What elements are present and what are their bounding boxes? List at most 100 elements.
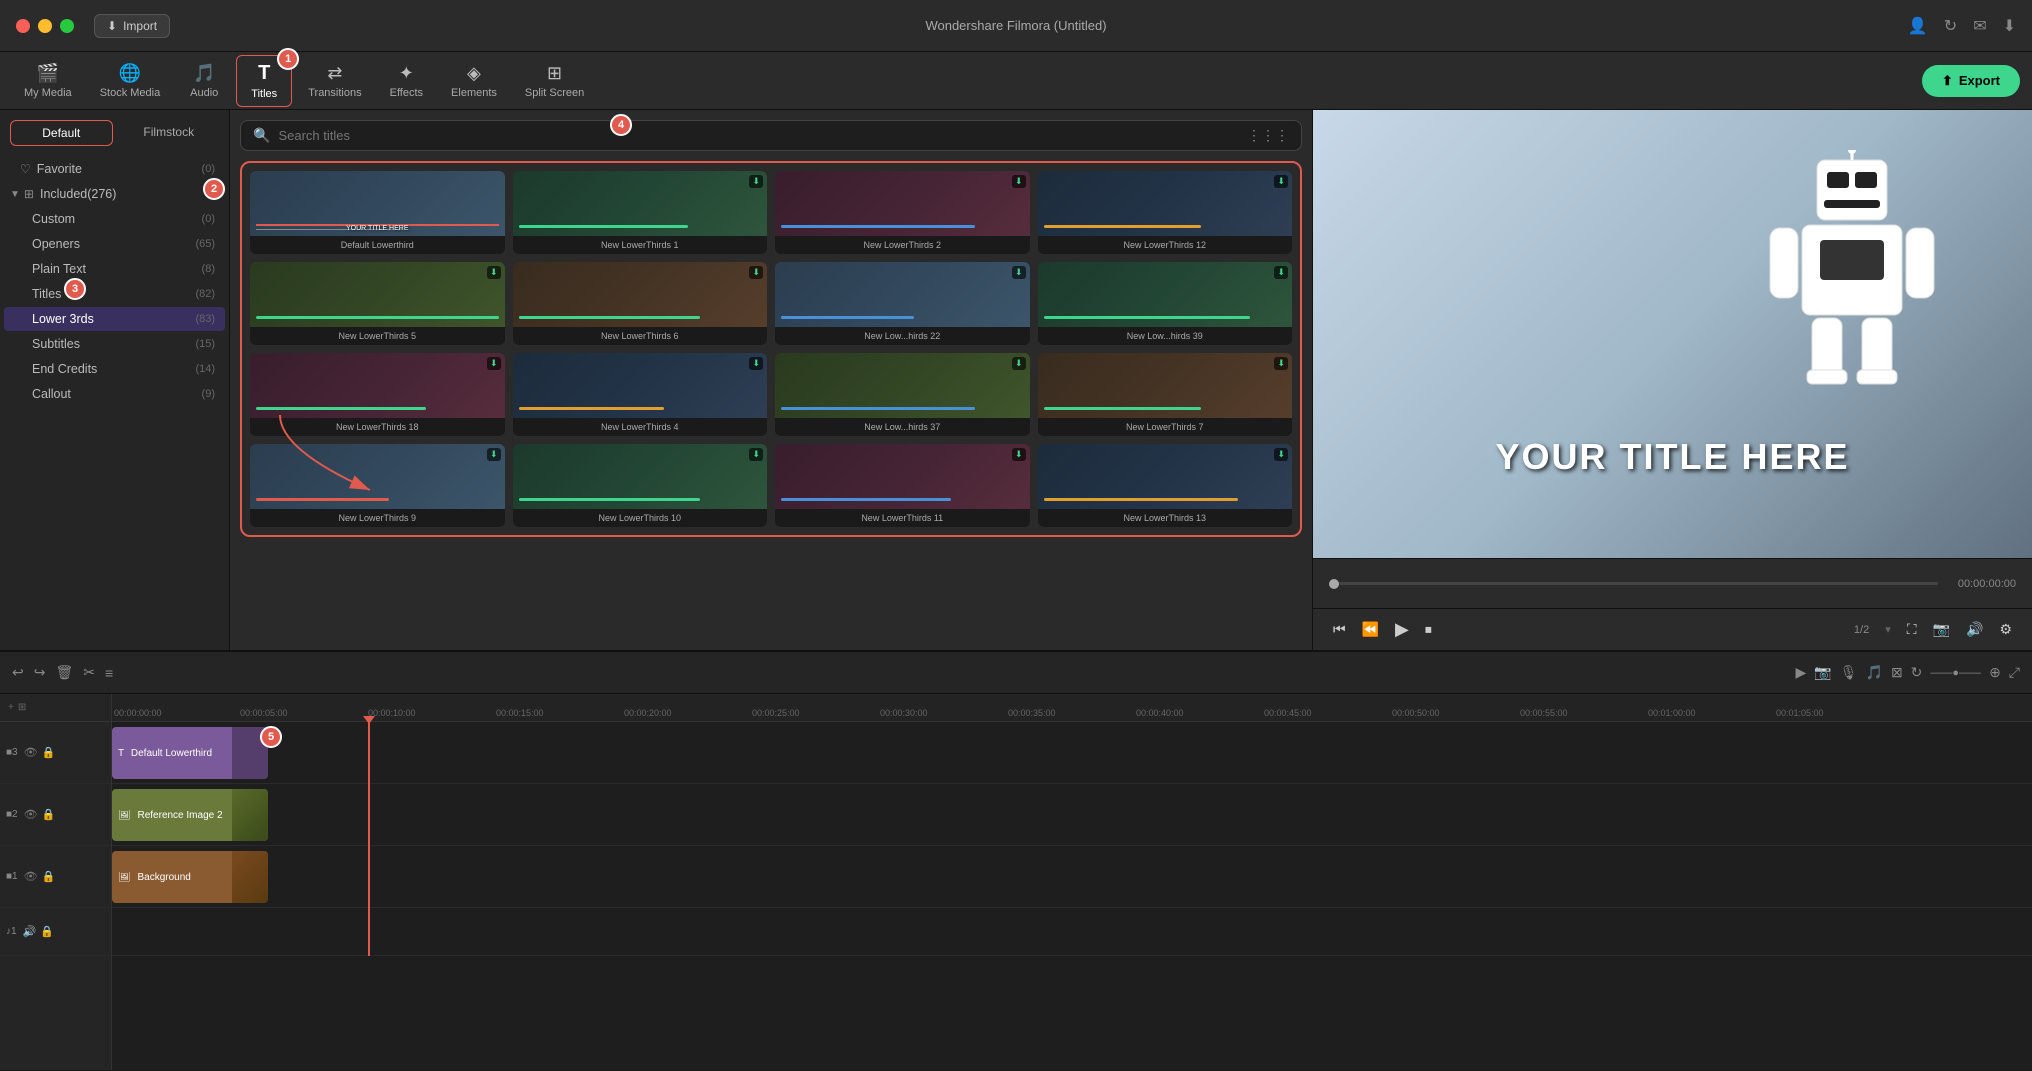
skip-back-button[interactable]: ⏮ <box>1333 621 1346 638</box>
title-label-7: New LowerThirds 7 <box>1038 418 1293 436</box>
track1-eye-icon[interactable]: 👁 <box>24 870 38 883</box>
clip-default-lowerthird[interactable]: T Default Lowerthird <box>112 727 268 779</box>
title-card-7[interactable]: ⬇ New LowerThirds 7 <box>1038 353 1293 436</box>
toolbar-split-screen[interactable]: ⊞ Split Screen <box>513 57 596 105</box>
track1-lock-icon[interactable]: 🔒 <box>42 870 56 883</box>
track3-lock-icon[interactable]: 🔒 <box>42 746 56 759</box>
title-card-6[interactable]: ⬇ New LowerThirds 6 <box>513 262 768 345</box>
sidebar-item-included[interactable]: ▼ ⊞ Included (276) 2 <box>0 182 229 206</box>
loop-icon[interactable]: ↻ <box>1911 664 1923 681</box>
title-card-4[interactable]: ⬇ New LowerThirds 4 <box>513 353 768 436</box>
sidebar-item-end-credits[interactable]: End Credits (14) <box>4 357 225 381</box>
tick-15: 00:00:15:00 <box>496 708 544 718</box>
download-icon[interactable]: ⬇ <box>2003 16 2016 36</box>
title-card-1[interactable]: ⬇ New LowerThirds 1 <box>513 171 768 254</box>
sidebar-item-custom[interactable]: Custom (0) <box>4 207 225 231</box>
speed-dropdown[interactable]: ▾ <box>1885 623 1891 636</box>
download-icon-5: ⬇ <box>749 266 763 279</box>
sidebar-item-favorite[interactable]: ♡ Favorite (0) <box>4 157 225 181</box>
title-card-11[interactable]: ⬇ New LowerThirds 11 <box>775 444 1030 527</box>
play-timeline-icon[interactable]: ▶ <box>1796 664 1807 681</box>
title-card-5[interactable]: ⬇ New LowerThirds 5 <box>250 262 505 345</box>
volume-icon[interactable]: 🔊 <box>1966 621 1983 638</box>
export-icon: ⬆ <box>1942 73 1953 89</box>
play-button[interactable]: ▶ <box>1395 619 1409 640</box>
audio-volume-icon[interactable]: 🔊 <box>23 925 37 938</box>
minimize-button[interactable] <box>38 19 52 33</box>
mail-icon[interactable]: ✉ <box>1973 16 1986 36</box>
titles-label: Titles <box>251 88 277 100</box>
tab-default[interactable]: Default <box>10 120 113 146</box>
title-card-12[interactable]: ⬇ New LowerThirds 12 <box>1038 171 1293 254</box>
toolbar-stock-media[interactable]: 🌐 Stock Media <box>88 57 173 105</box>
fullscreen-icon[interactable]: ⛶ <box>1907 621 1917 638</box>
refresh-icon[interactable]: ↻ <box>1944 16 1957 36</box>
tick-5: 00:00:05:00 <box>240 708 288 718</box>
settings-icon[interactable]: ⚙ <box>1999 621 2012 638</box>
title-clip-icon: T <box>118 748 124 759</box>
toolbar-my-media[interactable]: 🎬 My Media <box>12 57 84 105</box>
delete-icon[interactable]: 🗑 <box>55 664 73 681</box>
close-button[interactable] <box>16 19 30 33</box>
title-card-37[interactable]: ⬇ New Low...hirds 37 <box>775 353 1030 436</box>
title-card-default-lowerthird[interactable]: YOUR TITLE HERE Default Lowerthird <box>250 171 505 254</box>
sidebar-item-openers[interactable]: Openers (65) <box>4 232 225 256</box>
toolbar-transitions[interactable]: ⇄ Transitions <box>296 57 373 105</box>
tab-filmstock[interactable]: Filmstock <box>119 120 220 146</box>
sidebar-item-subtitles[interactable]: Subtitles (15) <box>4 332 225 356</box>
camera-icon[interactable]: 📷 <box>1814 664 1831 681</box>
toolbar-effects[interactable]: ✦ Effects <box>378 57 435 105</box>
title-card-13[interactable]: ⬇ New LowerThirds 13 <box>1038 444 1293 527</box>
title-card-18[interactable]: ⬇ New LowerThirds 18 <box>250 353 505 436</box>
title-card-9[interactable]: ⬇ New LowerThirds 9 <box>250 444 505 527</box>
track2-controls: 👁 🔒 <box>24 808 56 821</box>
title-card-39[interactable]: ⬇ New Low...hirds 39 <box>1038 262 1293 345</box>
title-card-22[interactable]: ⬇ New Low...hirds 22 <box>775 262 1030 345</box>
audio-lock-icon[interactable]: 🔒 <box>40 925 54 938</box>
track3-eye-icon[interactable]: 👁 <box>24 746 38 759</box>
track3-controls: 👁 🔒 <box>24 746 56 759</box>
clip-reference-image-2[interactable]: 🖼 Reference Image 2 <box>112 789 268 841</box>
title-card-2[interactable]: ⬇ New LowerThirds 2 <box>775 171 1030 254</box>
track2-lock-icon[interactable]: 🔒 <box>42 808 56 821</box>
music-icon[interactable]: 🎵 <box>1866 664 1883 681</box>
track-settings-icon[interactable]: ⊞ <box>18 702 26 713</box>
export-button[interactable]: ⬆ Export <box>1922 65 2020 97</box>
step-back-button[interactable]: ⏪ <box>1362 621 1379 638</box>
list-icon[interactable]: ≡ <box>105 665 113 681</box>
sidebar-item-plain-text[interactable]: Plain Text (8) <box>4 257 225 281</box>
toolbar-audio[interactable]: 🎵 Audio <box>176 57 232 105</box>
stop-button[interactable]: ⏹ <box>1425 621 1432 638</box>
clip-background[interactable]: 🖼 Background <box>112 851 268 903</box>
my-media-icon: 🎬 <box>37 63 59 84</box>
grid-view-icon[interactable]: ⋮⋮⋮ <box>1247 127 1289 144</box>
add-track-icon[interactable]: + <box>8 702 14 713</box>
time-current: 00:00:00:00 <box>1958 578 2016 590</box>
search-input[interactable] <box>278 128 1239 143</box>
maximize-button[interactable] <box>60 19 74 33</box>
snapshot-icon[interactable]: 📷 <box>1933 621 1950 638</box>
playback-speed: 1/2 <box>1854 624 1869 636</box>
track2-eye-icon[interactable]: 👁 <box>24 808 38 821</box>
custom-count: (0) <box>202 213 215 225</box>
redo-icon[interactable]: ↪ <box>34 664 46 681</box>
sidebar-item-callout[interactable]: Callout (9) <box>4 382 225 406</box>
included-label: Included <box>40 187 87 201</box>
title-card-10[interactable]: ⬇ New LowerThirds 10 <box>513 444 768 527</box>
download-icon-13: ⬇ <box>749 448 763 461</box>
mic-icon[interactable]: 🎙 <box>1840 664 1858 681</box>
toolbar-elements[interactable]: ◈ Elements <box>439 57 509 105</box>
account-icon[interactable]: 👤 <box>1908 16 1928 36</box>
pip-icon[interactable]: ⊠ <box>1891 664 1903 681</box>
sidebar-item-titles[interactable]: Titles (82) 3 <box>4 282 225 306</box>
sidebar-item-lower-3rds[interactable]: Lower 3rds (83) <box>4 307 225 331</box>
zoom-slider[interactable]: ——●—— <box>1930 667 1981 679</box>
undo-icon[interactable]: ↩ <box>12 664 24 681</box>
title-label-4: New LowerThirds 4 <box>513 418 768 436</box>
toolbar-titles[interactable]: T Titles 1 <box>236 55 292 107</box>
zoom-in-icon[interactable]: ⊕ <box>1989 664 2001 681</box>
progress-bar[interactable] <box>1329 582 1938 585</box>
import-button[interactable]: ⬇ Import <box>94 14 170 38</box>
expand-icon[interactable]: ⤢ <box>2009 664 2020 681</box>
cut-icon[interactable]: ✂ <box>83 664 95 681</box>
